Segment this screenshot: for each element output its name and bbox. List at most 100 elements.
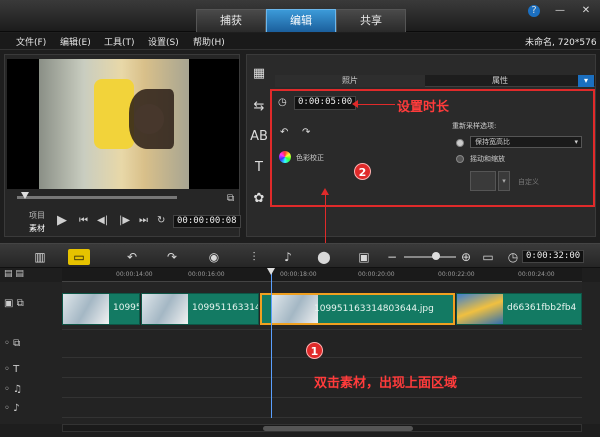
help-icon[interactable]: ?	[528, 5, 540, 17]
music-track[interactable]	[62, 398, 582, 418]
zoom-slider[interactable]	[404, 256, 456, 258]
scrollbar-thumb[interactable]	[263, 426, 413, 431]
storyboard-view-icon[interactable]: ▥	[32, 249, 48, 265]
timeline-clip[interactable]: d66361fbb2fb4	[456, 293, 582, 325]
tab-capture[interactable]: 捕获	[196, 9, 266, 32]
playhead-handle[interactable]	[267, 268, 275, 275]
play-icon[interactable]: ▶	[57, 213, 67, 228]
ruler-tick: 00:00:24:00	[518, 271, 555, 278]
clip-label: 109951163314803644.jpg	[314, 304, 434, 314]
resample-label: 重新采样选项:	[452, 122, 497, 130]
clip-thumbnail	[142, 294, 188, 324]
timeline-clip[interactable]: 10995116331477	[141, 293, 259, 325]
menu-file[interactable]: 文件(F)	[16, 35, 46, 48]
close-button[interactable]: ✕	[578, 4, 594, 18]
overlay-track-head[interactable]: ◦ ⧉	[4, 338, 60, 362]
clip-thumbnail	[63, 294, 109, 324]
annotation-number-1: 1	[306, 342, 323, 359]
track-manager-icon[interactable]: ▤ ▤	[4, 269, 24, 279]
custom-label[interactable]: 自定义	[518, 177, 539, 187]
resample-dropdown[interactable]: 保持宽高比 ▾	[470, 136, 582, 148]
annotation-number-2: 2	[354, 163, 371, 180]
scrubber-track[interactable]	[17, 196, 177, 199]
playhead[interactable]	[271, 268, 272, 418]
preview-panel: ⧉ 项目 素材 ▶ ⏮ ◀| |▶ ⏭ ↻ 00:00:00:08	[4, 54, 241, 237]
fit-project-icon[interactable]: ▭	[480, 249, 496, 265]
preview-timecode[interactable]: 00:00:00:08	[173, 215, 241, 228]
menu-tools[interactable]: 工具(T)	[104, 35, 135, 48]
options-tabs: 照片 属性	[275, 75, 595, 87]
ruler-tick: 00:00:18:00	[280, 271, 317, 278]
auto-music-icon[interactable]: ♪	[280, 249, 296, 265]
resample-selected: 保持宽高比	[475, 138, 510, 146]
music-track-head[interactable]: ◦ ♪	[4, 403, 60, 427]
title-icon[interactable]: T	[250, 159, 268, 177]
resample-radio-1[interactable]	[456, 139, 464, 147]
timer-icon: ◷	[507, 250, 519, 264]
graphics-icon[interactable]: ✿	[250, 190, 268, 208]
timeline-view-icon[interactable]: ▭	[68, 249, 90, 265]
repeat-icon[interactable]: ↻	[157, 215, 165, 226]
subtitle-icon[interactable]: ▣	[356, 249, 372, 265]
video-preview	[7, 59, 239, 189]
preview-photo	[39, 59, 189, 189]
resample-radio-2[interactable]	[456, 155, 464, 163]
record-icon[interactable]: ◉	[206, 249, 222, 265]
tab-edit[interactable]: 编辑	[266, 9, 336, 32]
undo-icon[interactable]: ↶	[124, 249, 140, 265]
figure-shape	[94, 79, 134, 149]
mode-clip[interactable]: 素材	[29, 223, 45, 234]
clip-label: 10995	[113, 303, 140, 313]
clip-thumbnail	[272, 295, 318, 323]
prev-frame-icon[interactable]: ◀|	[97, 215, 108, 226]
timeline-ruler[interactable]: 00:00:14:00 00:00:16:00 00:00:18:00 00:0…	[62, 268, 582, 282]
collapse-icon[interactable]: ▾	[578, 75, 594, 87]
color-correction-label[interactable]: 色彩校正	[296, 153, 324, 163]
tab-photo[interactable]: 照片	[275, 75, 425, 87]
timeline-clip[interactable]: 10995	[62, 293, 140, 325]
ruler-tick: 00:00:22:00	[438, 271, 475, 278]
tab-attributes[interactable]: 属性	[425, 75, 575, 87]
minimize-button[interactable]: —	[552, 4, 568, 18]
annotation-double-click: 双击素材，出现上面区域	[314, 376, 458, 391]
annotation-set-duration: 设置时长	[397, 100, 450, 115]
pan-zoom-preview[interactable]	[470, 171, 496, 191]
end-icon[interactable]: ⏭	[139, 215, 148, 226]
ruler-tick: 00:00:20:00	[358, 271, 395, 278]
project-info: 未命名, 720*576	[525, 38, 597, 48]
tab-share[interactable]: 共享	[336, 9, 406, 32]
zoom-slider-handle[interactable]	[432, 252, 440, 260]
timeline-scrollbar[interactable]	[62, 424, 582, 432]
mode-project[interactable]: 项目	[29, 210, 45, 221]
zoom-out-icon[interactable]: −	[384, 249, 400, 265]
pan-zoom-label[interactable]: 摇动和缩放	[470, 154, 505, 164]
video-track-head[interactable]: ▣ ⧉	[4, 298, 60, 322]
audio-mixer-icon[interactable]: ⫶	[246, 249, 262, 265]
start-icon[interactable]: ⏮	[79, 215, 88, 226]
timeline-clip-selected[interactable]: 109951163314803644.jpg	[260, 293, 455, 325]
motion-track-icon[interactable]: ⬤	[316, 249, 332, 265]
rotate-right-icon[interactable]: ↷	[302, 127, 310, 138]
timeline-timecode[interactable]: 0:00:32:00	[522, 250, 585, 263]
duration-field[interactable]: 0:00:05:00	[294, 96, 357, 110]
arrow-line-duration	[355, 104, 395, 105]
arrow-head-vertical	[321, 188, 329, 195]
menu-settings[interactable]: 设置(S)	[148, 35, 179, 48]
menu-bar: 文件(F) 编辑(E) 工具(T) 设置(S) 帮助(H) 未命名, 720*5…	[0, 33, 600, 50]
zoom-in-icon[interactable]: ⊕	[458, 249, 474, 265]
transition-icon[interactable]: ⇆	[250, 98, 268, 116]
clip-label: 10995116331477	[192, 303, 258, 313]
clip-label: d66361fbb2fb4	[507, 303, 577, 313]
menu-edit[interactable]: 编辑(E)	[60, 35, 91, 48]
scrubber-handle[interactable]	[21, 192, 29, 199]
fullscreen-icon[interactable]: ⧉	[227, 193, 234, 204]
ruler-tick: 00:00:16:00	[188, 271, 225, 278]
rotate-left-icon[interactable]: ↶	[280, 127, 288, 138]
redo-icon[interactable]: ↷	[164, 249, 180, 265]
media-icon[interactable]: ▦	[250, 65, 268, 83]
next-frame-icon[interactable]: |▶	[119, 215, 130, 226]
menu-help[interactable]: 帮助(H)	[193, 35, 225, 48]
pan-zoom-dropdown[interactable]: ▾	[498, 171, 510, 191]
filter-icon[interactable]: AB	[250, 128, 268, 146]
chevron-down-icon: ▾	[574, 138, 578, 146]
